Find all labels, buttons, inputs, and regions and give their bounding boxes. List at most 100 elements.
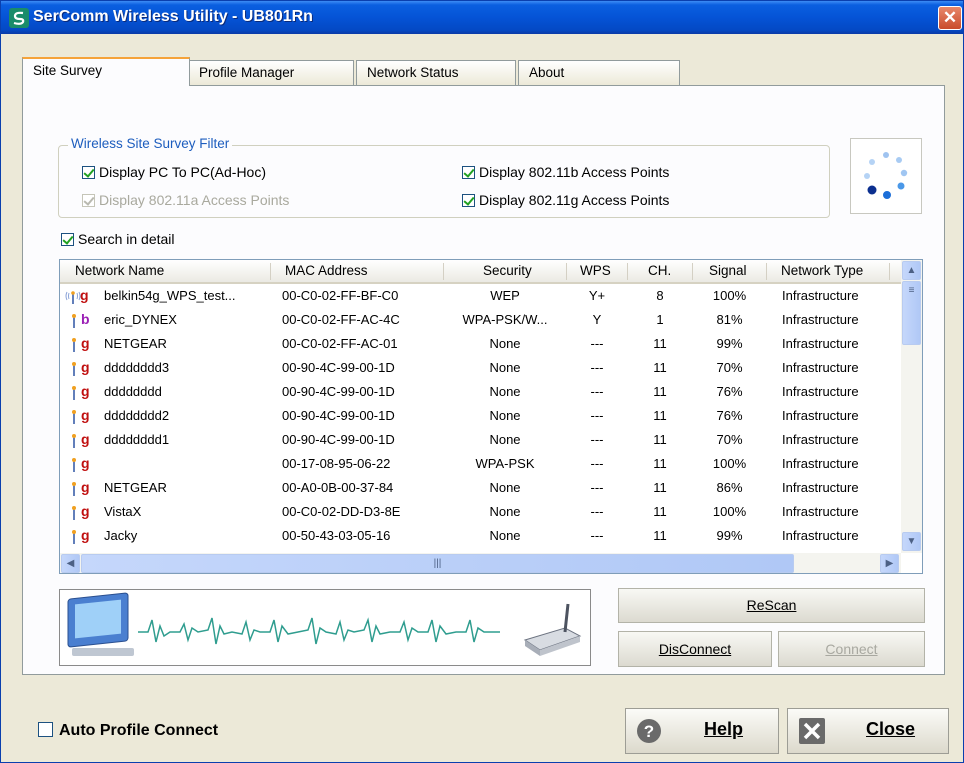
tab-label: Network Status — [367, 65, 459, 80]
table-row[interactable]: g VistaX 00-C0-02-DD-D3-8E None --- 11 100% Inf… — [60, 501, 901, 524]
column-divider[interactable] — [766, 263, 767, 280]
network-name-cell: NETGEAR — [104, 480, 167, 495]
tab-about[interactable]: About — [518, 60, 680, 85]
table-row[interactable]: g dddddddd3 00-90-4C-99-00-1D None --- 11 70% I… — [60, 357, 901, 380]
column-divider[interactable] — [692, 263, 693, 280]
security-cell: WPA-PSK — [475, 456, 535, 471]
vertical-scroll-thumb[interactable]: ≡ — [902, 281, 921, 345]
table-row[interactable]: b eric_DYNEX 00-C0-02-FF-AC-4C WPA-PSK/W...… — [60, 309, 901, 332]
channel-cell: 11 — [653, 408, 667, 423]
grip-icon: ||| — [433, 558, 442, 569]
security-cell: None — [489, 480, 521, 495]
channel-cell: 1 — [656, 312, 664, 327]
security-cell: None — [489, 336, 521, 351]
column-header-security[interactable]: Security — [483, 263, 532, 278]
signal-cell: 70% — [716, 360, 743, 375]
horizontal-scroll-thumb[interactable]: ||| — [81, 554, 794, 573]
table-row[interactable]: g NETGEAR 00-A0-0B-00-37-84 None --- 11 86% Inf… — [60, 477, 901, 500]
close-button[interactable]: Close — [787, 708, 949, 754]
network-type-cell: Infrastructure — [782, 528, 859, 543]
mac-address-cell: 00-C0-02-FF-BF-C0 — [282, 288, 399, 303]
filter-adhoc-checkbox[interactable]: Display PC To PC(Ad-Hoc) — [82, 163, 266, 181]
network-type-cell: Infrastructure — [782, 408, 859, 423]
scroll-up-button[interactable]: ▲ — [902, 261, 921, 280]
checkbox-box[interactable] — [82, 194, 95, 207]
title-bar[interactable]: SerComm Wireless Utility - UB801Rn ✕ — [1, 1, 963, 34]
grip-icon: ≡ — [908, 285, 915, 296]
button-label: DisConnect — [658, 641, 732, 657]
security-cell: None — [489, 384, 521, 399]
tab-profile-manager[interactable]: Profile Manager — [188, 60, 354, 85]
column-divider[interactable] — [889, 263, 890, 280]
signal-cell: 86% — [716, 480, 743, 495]
table-row[interactable]: g dddddddd 00-90-4C-99-00-1D None --- 11 76% In… — [60, 381, 901, 404]
table-row[interactable]: g Jacky 00-50-43-03-05-16 None --- 11 99% Infra… — [60, 525, 901, 548]
search-in-detail-checkbox[interactable]: Search in detail — [61, 230, 175, 248]
checkbox-box[interactable] — [462, 166, 475, 179]
scroll-right-button[interactable]: ▶ — [880, 554, 899, 573]
wps-cell: Y — [592, 312, 602, 327]
help-button[interactable]: ? Help — [625, 708, 779, 754]
band-indicator: g — [81, 383, 90, 399]
column-header-signal[interactable]: Signal — [709, 263, 747, 278]
column-header-network-name[interactable]: Network Name — [75, 263, 164, 278]
signal-cell: 76% — [716, 408, 743, 423]
network-list[interactable]: Network Name MAC Address Security WPS CH… — [59, 259, 923, 574]
table-row[interactable]: g NETGEAR 00-C0-02-FF-AC-01 None --- 11 99% Inf… — [60, 333, 901, 356]
scan-progress-indicator — [850, 138, 922, 214]
help-icon: ? — [637, 719, 661, 743]
wps-cell: --- — [590, 528, 604, 543]
table-row[interactable]: g dddddddd1 00-90-4C-99-00-1D None --- 11 70% I… — [60, 429, 901, 452]
window-close-button[interactable]: ✕ — [938, 6, 962, 30]
network-type-cell: Infrastructure — [782, 480, 859, 495]
checkbox-label: Display PC To PC(Ad-Hoc) — [99, 164, 267, 180]
auto-profile-connect-checkbox[interactable]: Auto Profile Connect — [38, 722, 218, 742]
table-header: Network Name MAC Address Security WPS CH… — [60, 260, 901, 284]
tab-network-status[interactable]: Network Status — [356, 60, 516, 85]
column-divider[interactable] — [627, 263, 628, 280]
computer-icon — [67, 592, 134, 656]
checkbox-box[interactable] — [462, 194, 475, 207]
svg-text:?: ? — [644, 722, 654, 741]
column-divider[interactable] — [270, 263, 271, 280]
scroll-down-button[interactable]: ▼ — [902, 532, 921, 551]
tab-site-survey[interactable]: Site Survey — [22, 57, 190, 86]
wps-cell: --- — [590, 504, 604, 519]
signal-cell: 99% — [716, 528, 743, 543]
window-title: SerComm Wireless Utility - UB801Rn — [33, 8, 313, 25]
band-indicator: g — [81, 431, 90, 447]
checkbox-label: Display 802.11g Access Points — [479, 192, 670, 208]
checkbox-box[interactable] — [61, 233, 74, 246]
security-cell: WEP — [490, 288, 520, 303]
filter-80211a-checkbox[interactable]: Display 802.11a Access Points — [82, 191, 289, 209]
tab-label: Site Survey — [33, 63, 103, 78]
table-row[interactable]: g dddddddd2 00-90-4C-99-00-1D None --- 11 76% I… — [60, 405, 901, 428]
column-header-mac-address[interactable]: MAC Address — [285, 263, 368, 278]
column-header-network-type[interactable]: Network Type — [781, 263, 863, 278]
filter-80211b-checkbox[interactable]: Display 802.11b Access Points — [462, 163, 669, 181]
table-row[interactable]: g belkin54g_WPS_test... 00-C0-02-FF-BF-C0 W… — [60, 285, 901, 308]
network-name-cell: eric_DYNEX — [104, 312, 177, 327]
column-header-channel[interactable]: CH. — [648, 263, 671, 278]
connect-button[interactable]: Connect — [778, 631, 925, 667]
filter-80211g-checkbox[interactable]: Display 802.11g Access Points — [462, 191, 669, 209]
checkbox-box[interactable] — [82, 166, 95, 179]
column-divider[interactable] — [443, 263, 444, 280]
network-type-cell: Infrastructure — [782, 360, 859, 375]
scroll-left-button[interactable]: ◀ — [61, 554, 80, 573]
band-indicator: g — [81, 455, 90, 471]
band-indicator: g — [81, 407, 90, 423]
band-indicator: g — [81, 527, 90, 543]
rescan-button[interactable]: ReScan — [618, 588, 925, 623]
network-type-cell: Infrastructure — [782, 384, 859, 399]
checkbox-box[interactable] — [38, 722, 53, 737]
disconnect-button[interactable]: DisConnect — [618, 631, 772, 667]
loading-spinner-icon — [864, 152, 908, 199]
vertical-scrollbar[interactable]: ▲ ≡ ▼ — [901, 260, 922, 553]
table-row[interactable]: g 00-17-08-95-06-22 WPA-PSK --- 11 100% Infras… — [60, 453, 901, 476]
horizontal-scrollbar[interactable]: ◀ ||| ▶ — [60, 553, 901, 573]
column-divider[interactable] — [566, 263, 567, 280]
wps-cell: --- — [590, 432, 604, 447]
column-header-wps[interactable]: WPS — [580, 263, 611, 278]
channel-cell: 11 — [653, 336, 667, 351]
